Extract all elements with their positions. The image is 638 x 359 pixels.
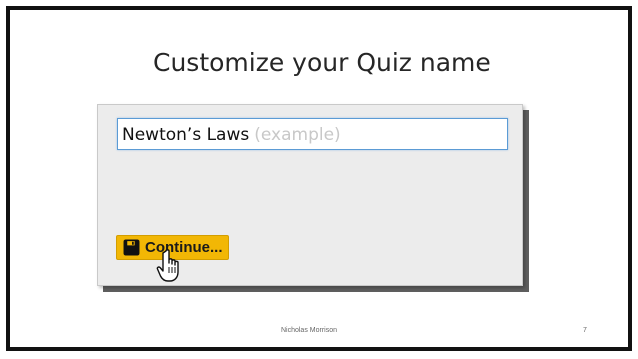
footer-author: Nicholas Morrison [280, 327, 338, 334]
quiz-name-hint: (example) [254, 125, 341, 145]
hand-pointer-icon [156, 249, 179, 282]
slide-title: Customize your Quiz name [153, 48, 491, 77]
quiz-name-input[interactable]: Newton’s Laws (example) [117, 118, 508, 150]
page-number: 7 [583, 327, 587, 334]
save-icon [123, 239, 140, 256]
quiz-name-value: Newton’s Laws [122, 125, 250, 145]
